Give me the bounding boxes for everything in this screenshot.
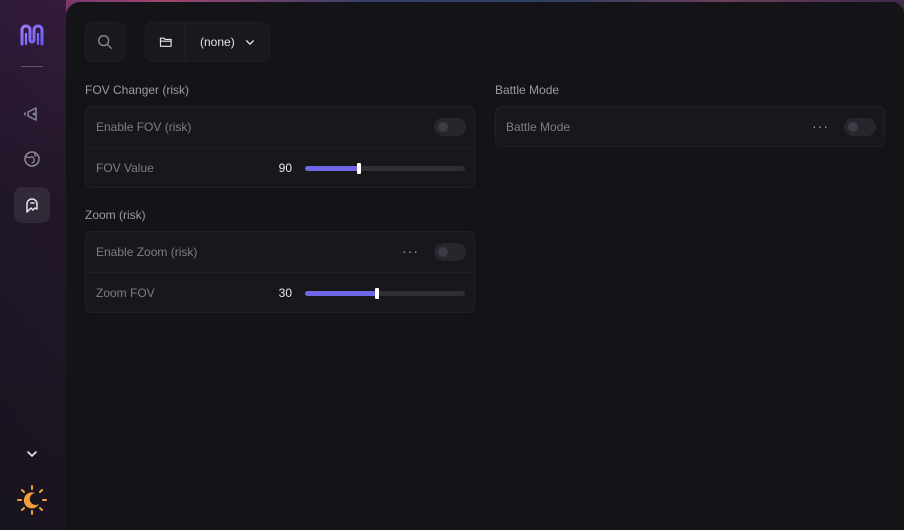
nav-ghost-button[interactable]: [14, 187, 50, 223]
zoom-more-button[interactable]: ···: [402, 244, 419, 258]
fov-value-slider[interactable]: [305, 163, 465, 174]
battle-mode-row: Battle Mode ···: [496, 107, 884, 147]
main-panel: (none) FOV Changer (risk) Enable FOV (ri…: [66, 2, 904, 530]
battle-section-title: Battle Mode: [495, 83, 560, 97]
ghost-icon: [26, 198, 38, 213]
nav-aim-button[interactable]: [14, 96, 50, 132]
sun-moon-icon: [17, 485, 47, 515]
zoom-enable-label: Enable Zoom (risk): [96, 245, 198, 259]
theme-toggle-button[interactable]: [16, 484, 48, 516]
zoom-value-readout: 30: [278, 286, 292, 300]
zoom-card: Enable Zoom (risk) ··· Zoom FOV 30: [85, 231, 475, 313]
zoom-section-title: Zoom (risk): [85, 208, 146, 222]
zoom-value-slider[interactable]: [305, 288, 465, 299]
zoom-enable-toggle[interactable]: [434, 243, 466, 261]
slider-thumb[interactable]: [375, 288, 379, 299]
search-icon: [98, 35, 112, 49]
battle-card: Battle Mode ···: [495, 106, 885, 147]
battle-mode-toggle[interactable]: [844, 118, 876, 136]
profile-select[interactable]: (none): [145, 22, 270, 62]
toggle-knob: [438, 247, 448, 257]
slider-fill: [305, 166, 359, 171]
folder-icon: [159, 37, 172, 47]
m-logo-icon[interactable]: [17, 22, 47, 50]
fov-value-row: FOV Value 90: [86, 147, 474, 187]
toolbar: (none): [85, 22, 270, 62]
toggle-knob: [848, 122, 858, 132]
fov-enable-label: Enable FOV (risk): [96, 120, 192, 134]
logo-divider: [21, 66, 43, 67]
search-button[interactable]: [85, 22, 125, 62]
slider-thumb[interactable]: [357, 163, 361, 174]
folder-button[interactable]: [146, 23, 186, 61]
fov-enable-toggle[interactable]: [434, 118, 466, 136]
chevron-down-icon: [245, 39, 254, 45]
sidebar-collapse-button[interactable]: [22, 446, 42, 462]
chevron-down-icon: [27, 451, 37, 457]
zoom-enable-row: Enable Zoom (risk) ···: [86, 232, 474, 272]
zoom-value-row: Zoom FOV 30: [86, 272, 474, 312]
fov-value-readout: 90: [278, 161, 292, 175]
toggle-knob: [438, 122, 448, 132]
fov-value-label: FOV Value: [96, 160, 154, 175]
fov-card: Enable FOV (risk) FOV Value 90: [85, 106, 475, 188]
sidebar: [0, 0, 66, 530]
battle-more-button[interactable]: ···: [812, 119, 829, 133]
profile-value: (none): [200, 35, 235, 49]
aim-icon: [24, 107, 37, 121]
nav-globe-button[interactable]: [14, 141, 50, 177]
zoom-value-label: Zoom FOV: [96, 285, 155, 300]
slider-fill: [305, 291, 377, 296]
fov-section-title: FOV Changer (risk): [85, 83, 190, 97]
globe-icon: [24, 151, 40, 167]
profile-chevron[interactable]: [245, 39, 269, 46]
battle-mode-label: Battle Mode: [506, 120, 571, 134]
fov-enable-row: Enable FOV (risk): [86, 107, 474, 147]
